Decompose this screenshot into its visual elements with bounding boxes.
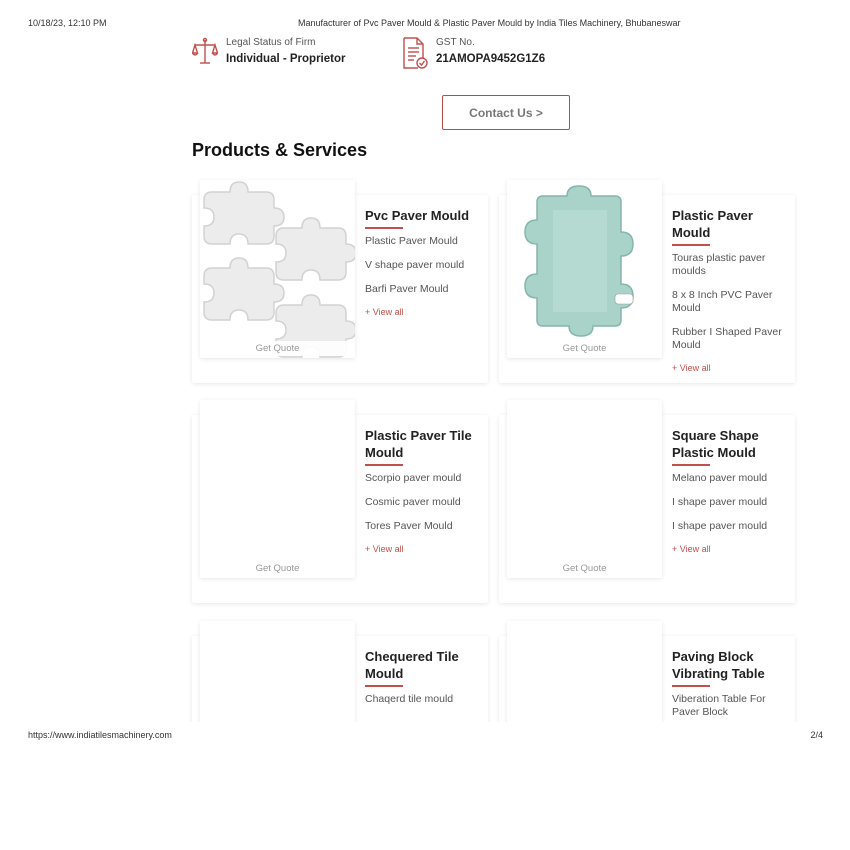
card-body: Plastic Paver Mould Touras plastic paver… xyxy=(672,207,787,373)
card-title[interactable]: Chequered Tile Mould xyxy=(365,648,480,682)
product-card-chequered-tile-mould: Chequered Tile Mould Chaqerd tile mould xyxy=(192,621,488,722)
product-image[interactable]: Get Quote xyxy=(507,180,662,358)
title-underline xyxy=(672,244,710,246)
view-all-link[interactable]: + View all xyxy=(365,544,480,554)
print-footer-url: https://www.indiatilesmachinery.com xyxy=(28,730,172,740)
title-underline xyxy=(365,464,403,466)
page-content: Legal Status of Firm Individual - Propri… xyxy=(0,30,850,722)
title-underline xyxy=(672,685,710,687)
list-item[interactable]: Scorpio paver mould xyxy=(365,472,480,485)
list-item[interactable]: Rubber I Shaped Paver Mould xyxy=(672,326,787,352)
card-title[interactable]: Pvc Paver Mould xyxy=(365,207,480,224)
item-list: Chaqerd tile mould xyxy=(365,693,480,706)
gst-value: 21AMOPA9452G1Z6 xyxy=(436,53,546,65)
product-image[interactable]: Get Quote xyxy=(200,400,355,578)
card-body: Pvc Paver Mould Plastic Paver Mould V sh… xyxy=(365,207,480,317)
title-underline xyxy=(365,227,403,229)
pvc-moulds-illustration xyxy=(203,181,355,358)
view-all-link[interactable]: + View all xyxy=(672,363,787,373)
get-quote-link[interactable]: Get Quote xyxy=(507,561,662,576)
print-page-title: Manufacturer of Pvc Paver Mould & Plasti… xyxy=(298,18,681,28)
item-list: Viberation Table For Paver Block xyxy=(672,693,787,719)
card-body: Chequered Tile Mould Chaqerd tile mould xyxy=(365,648,480,717)
card-body: Square Shape Plastic Mould Melano paver … xyxy=(672,427,787,554)
scales-icon xyxy=(192,37,218,64)
product-card-pvc-paver-mould: Get Quote Pvc Paver Mould Plastic Paver … xyxy=(192,180,488,383)
get-quote-link[interactable]: Get Quote xyxy=(200,561,355,576)
print-page-number: 2/4 xyxy=(810,730,823,740)
product-card-plastic-paver-tile-mould: Get Quote Plastic Paver Tile Mould Scorp… xyxy=(192,400,488,603)
legal-status-block: Legal Status of Firm Individual - Propri… xyxy=(192,37,345,67)
contact-us-button[interactable]: Contact Us > xyxy=(442,95,570,130)
legal-status-label: Legal Status of Firm xyxy=(226,37,316,48)
list-item[interactable]: I shape paver mould xyxy=(672,520,787,533)
gst-document-icon xyxy=(403,37,428,69)
list-item[interactable]: Touras plastic paver moulds xyxy=(672,252,787,278)
list-item[interactable]: Barfi Paver Mould xyxy=(365,283,480,296)
item-list: Touras plastic paver moulds 8 x 8 Inch P… xyxy=(672,252,787,352)
list-item[interactable]: Viberation Table For Paver Block xyxy=(672,693,787,719)
list-item[interactable]: Melano paver mould xyxy=(672,472,787,485)
title-underline xyxy=(365,685,403,687)
view-all-link[interactable]: + View all xyxy=(365,307,480,317)
green-mould-illustration xyxy=(524,185,634,337)
get-quote-link[interactable]: Get Quote xyxy=(507,341,662,356)
list-item[interactable]: Cosmic paver mould xyxy=(365,496,480,509)
list-item[interactable]: Chaqerd tile mould xyxy=(365,693,480,706)
card-title[interactable]: Square Shape Plastic Mould xyxy=(672,427,787,461)
card-body: Plastic Paver Tile Mould Scorpio paver m… xyxy=(365,427,480,554)
product-card-paving-block-vibrating-table: Paving Block Vibrating Table Viberation … xyxy=(499,621,795,722)
view-all-link[interactable]: + View all xyxy=(672,544,787,554)
product-image[interactable] xyxy=(200,621,355,722)
gst-block: GST No. 21AMOPA9452G1Z6 xyxy=(402,37,545,69)
gst-label: GST No. xyxy=(436,37,475,48)
card-title[interactable]: Plastic Paver Mould xyxy=(672,207,787,241)
list-item[interactable]: I shape paver mould xyxy=(672,496,787,509)
card-body: Paving Block Vibrating Table Viberation … xyxy=(672,648,787,722)
item-list: Scorpio paver mould Cosmic paver mould T… xyxy=(365,472,480,533)
section-title: Products & Services xyxy=(192,140,368,160)
card-title[interactable]: Paving Block Vibrating Table xyxy=(672,648,787,682)
product-card-plastic-paver-mould: Get Quote Plastic Paver Mould Touras pla… xyxy=(499,180,795,383)
product-image[interactable]: Get Quote xyxy=(200,180,355,358)
legal-status-value: Individual - Proprietor xyxy=(226,53,346,65)
print-date: 10/18/23, 12:10 PM xyxy=(28,18,107,28)
get-quote-link[interactable]: Get Quote xyxy=(200,341,355,356)
list-item[interactable]: 8 x 8 Inch PVC Paver Mould xyxy=(672,289,787,315)
list-item[interactable]: Tores Paver Mould xyxy=(365,520,480,533)
title-underline xyxy=(672,464,710,466)
list-item[interactable]: V shape paver mould xyxy=(365,259,480,272)
item-list: Melano paver mould I shape paver mould I… xyxy=(672,472,787,533)
product-image[interactable] xyxy=(507,621,662,722)
item-list: Plastic Paver Mould V shape paver mould … xyxy=(365,235,480,296)
card-title[interactable]: Plastic Paver Tile Mould xyxy=(365,427,480,461)
product-card-square-shape-plastic-mould: Get Quote Square Shape Plastic Mould Mel… xyxy=(499,400,795,603)
list-item[interactable]: Plastic Paver Mould xyxy=(365,235,480,248)
product-image[interactable]: Get Quote xyxy=(507,400,662,578)
